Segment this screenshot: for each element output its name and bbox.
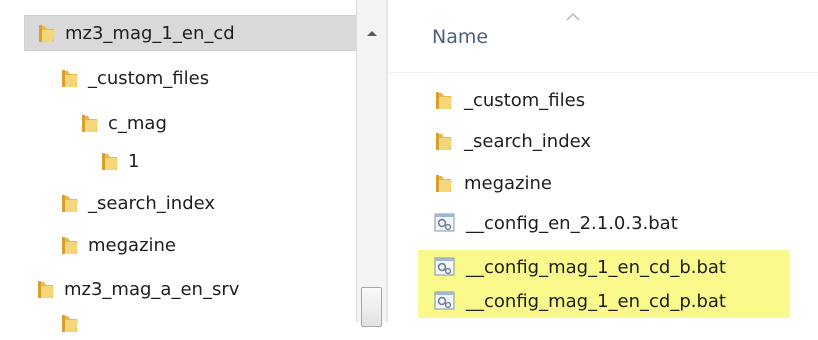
folder-icon bbox=[434, 130, 454, 152]
scrollbar-thumb[interactable] bbox=[361, 287, 382, 327]
tree-item-label: mz3_mag_a_en_srv bbox=[64, 278, 240, 300]
batch-file-icon bbox=[434, 290, 456, 312]
tree-item-label: c_mag bbox=[108, 112, 167, 134]
folder-icon bbox=[60, 312, 80, 334]
file-name: __config_mag_1_en_cd_b.bat bbox=[466, 256, 726, 278]
batch-file-icon bbox=[434, 256, 456, 278]
navigation-pane: mz3_mag_1_en_cd _custom_files c_mag 1 _s… bbox=[0, 0, 388, 332]
file-row-config-mag-p[interactable]: __config_mag_1_en_cd_p.bat bbox=[418, 284, 790, 318]
file-name: __config_en_2.1.0.3.bat bbox=[466, 212, 678, 234]
tree-item-label: _custom_files bbox=[88, 67, 210, 89]
scroll-up-arrow-icon[interactable] bbox=[357, 20, 386, 46]
file-list: Name _custom_files _search_index megazin… bbox=[388, 0, 818, 322]
tree-item-label: megazine bbox=[88, 234, 176, 256]
tree-item-label: _search_index bbox=[88, 192, 216, 214]
sort-ascending-icon bbox=[566, 6, 580, 25]
tree-item-label: mz3_mag_1_en_cd bbox=[65, 22, 235, 44]
folder-icon bbox=[80, 112, 100, 134]
folder-icon bbox=[36, 278, 56, 300]
tree-item-mz3-mag-a-en-srv[interactable]: mz3_mag_a_en_srv bbox=[36, 272, 239, 306]
file-name: _search_index bbox=[464, 130, 592, 152]
tree-item-megazine[interactable]: megazine bbox=[60, 228, 176, 262]
file-name: megazine bbox=[464, 172, 552, 194]
tree-item-label: 1 bbox=[128, 150, 140, 172]
file-row-config-mag-b[interactable]: __config_mag_1_en_cd_b.bat bbox=[418, 250, 790, 284]
folder-icon bbox=[37, 22, 57, 44]
tree-item-search-index[interactable]: _search_index bbox=[60, 186, 215, 220]
tree-item-1[interactable]: 1 bbox=[100, 144, 139, 178]
tree-item-mz3-mag-1-en-cd[interactable]: mz3_mag_1_en_cd bbox=[24, 15, 368, 51]
batch-file-icon bbox=[434, 212, 456, 234]
column-header-name[interactable]: Name bbox=[432, 26, 488, 48]
folder-icon bbox=[434, 89, 454, 111]
file-name: __config_mag_1_en_cd_p.bat bbox=[466, 290, 726, 312]
tree-item-c-mag[interactable]: c_mag bbox=[80, 106, 167, 140]
file-row-megazine[interactable]: megazine bbox=[418, 166, 790, 200]
file-row-search-index[interactable]: _search_index bbox=[418, 124, 790, 158]
folder-icon bbox=[60, 192, 80, 214]
tree-item-partial[interactable] bbox=[60, 306, 88, 340]
file-row-config-en[interactable]: __config_en_2.1.0.3.bat bbox=[418, 206, 790, 240]
folder-icon bbox=[100, 150, 120, 172]
file-row-custom-files[interactable]: _custom_files bbox=[418, 83, 790, 117]
folder-icon bbox=[60, 67, 80, 89]
navigation-scrollbar[interactable] bbox=[356, 0, 386, 327]
folder-icon bbox=[60, 234, 80, 256]
file-name: _custom_files bbox=[464, 89, 586, 111]
folder-icon bbox=[434, 172, 454, 194]
column-header-row: Name bbox=[388, 0, 818, 73]
tree-item-custom-files[interactable]: _custom_files bbox=[60, 61, 209, 95]
